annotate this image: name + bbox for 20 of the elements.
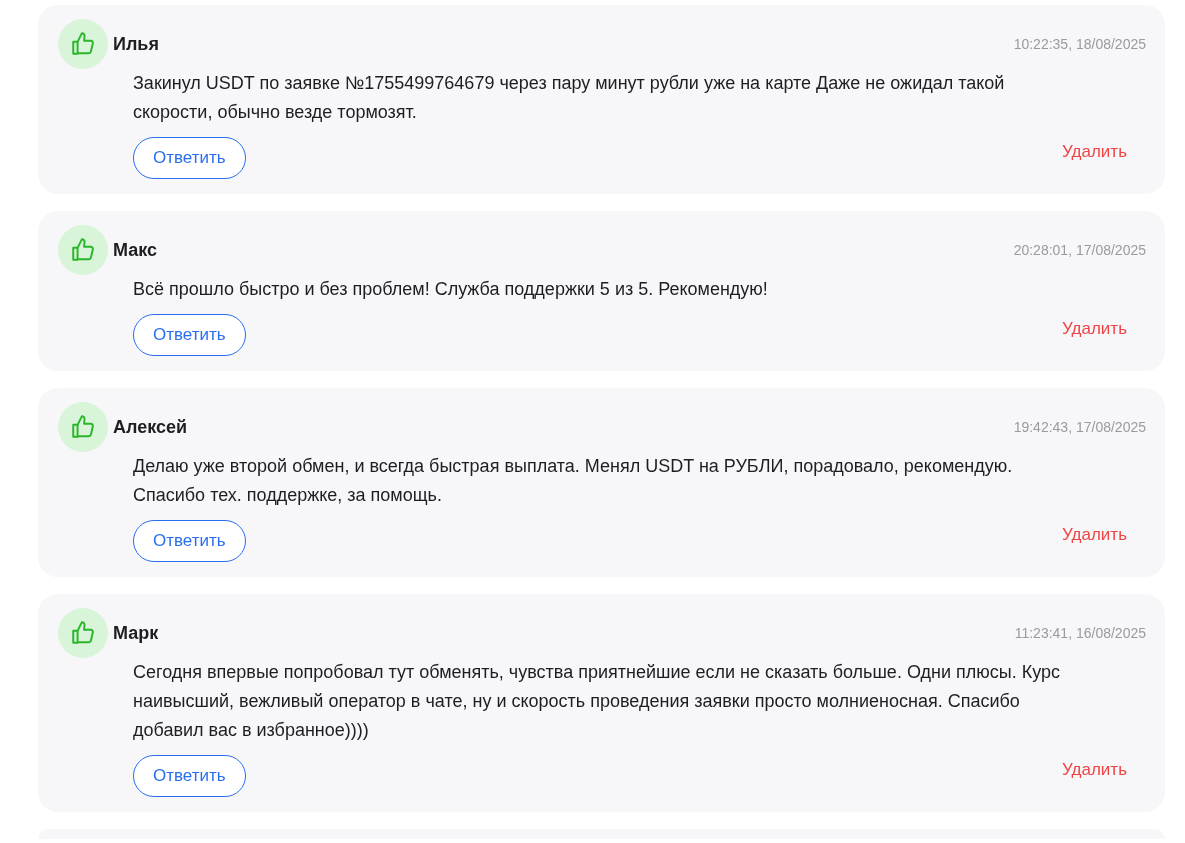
delete-link[interactable]: Удалить [1062, 760, 1127, 780]
reply-button[interactable]: Ответить [133, 520, 246, 562]
delete-link[interactable]: Удалить [1062, 525, 1127, 545]
reply-button[interactable]: Ответить [133, 137, 246, 179]
review-text: Сегодня впервые попробовал тут обменять, чувства приятнейшие если не сказать больше. Одни плюсы. Курс наивысший, вежливый оператор в чате, ну и скорость проведения заявки просто молниеносная. Спасибо добавил вас в избранное)))) [133, 661, 1061, 742]
review-time: 20:28:01, 17/08/2025 [1013, 242, 1146, 258]
author-name: Илья [113, 33, 159, 55]
reply-button[interactable]: Ответить [133, 755, 246, 797]
author-name: Макс [113, 239, 157, 261]
review-text: Закинул USDT по заявке №1755499764679 через пару минут рубли уже на карте Даже не ожидал такой скорости, обычно везде тормозят. [133, 72, 1006, 124]
author-name: Алексей [113, 416, 188, 438]
review-time: 19:42:43, 17/08/2025 [1013, 419, 1146, 435]
delete-link[interactable]: Удалить [1062, 142, 1127, 162]
review-text: Делаю уже второй обмен, и всегда быстрая выплата. Менял USDT на РУБЛИ, порадовало, рекомендую. Спасибо тех. поддержке, за помощь. [133, 455, 1014, 507]
review-time: 10:22:35, 18/08/2025 [1013, 36, 1146, 52]
delete-link[interactable]: Удалить [1062, 319, 1127, 339]
author-name: Марк [113, 622, 159, 644]
review-time: 11:23:41, 16/08/2025 [1014, 625, 1146, 641]
review-text: Всё прошло быстро и без проблем! Служба поддержки 5 из 5. Рекомендую! [133, 278, 769, 301]
reply-button[interactable]: Ответить [133, 314, 246, 356]
